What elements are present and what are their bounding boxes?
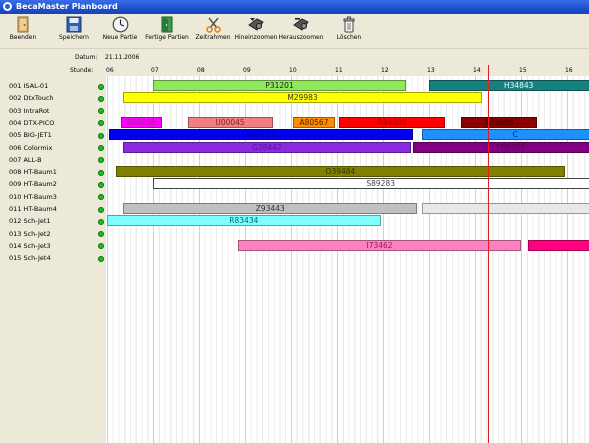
zeitrahmen-label: Zeitrahmen — [195, 34, 231, 41]
speichern-button[interactable]: Speichern — [56, 14, 92, 48]
job-p31201[interactable]: P31201 — [153, 80, 406, 91]
machine-label[interactable]: 010 HT-Baum3 — [9, 191, 57, 203]
window-titlebar: BecaMaster Planboard — [0, 0, 589, 14]
machine-label[interactable]: 004 DTX-PICO — [9, 117, 54, 129]
hour-label: 16 — [565, 67, 573, 74]
machine-label[interactable]: 013 Sch-Jet2 — [9, 228, 51, 240]
status-indicator-icon — [98, 181, 104, 188]
herauszoomen-button[interactable]: Herauszoomen — [278, 14, 324, 48]
neue-partie-label: Neue Partie — [102, 34, 138, 41]
status-indicator-icon — [98, 132, 104, 139]
job-f98403[interactable]: F98403 — [412, 141, 589, 153]
hour-label: 08 — [197, 67, 205, 74]
hour-label: 14 — [473, 67, 481, 74]
trash-icon — [343, 16, 355, 33]
job-a09089[interactable]: A09089 — [461, 116, 538, 128]
zoom-out-icon — [293, 18, 309, 31]
zoom-in-icon — [248, 18, 264, 31]
machine-label[interactable]: 002 DtxTouch — [9, 92, 54, 104]
job-u00045[interactable]: U00045 — [187, 116, 273, 128]
hour-label: 12 — [381, 67, 389, 74]
status-indicator-icon — [98, 255, 104, 262]
speichern-label: Speichern — [59, 34, 89, 41]
hour-label: 06 — [106, 67, 114, 74]
exit-icon — [17, 16, 29, 33]
job-m29983[interactable]: M29983 — [123, 92, 482, 104]
machine-label[interactable]: 015 Sch-Jet4 — [9, 252, 51, 264]
job-c00000[interactable]: C — [422, 129, 589, 141]
machine-label[interactable]: 005 BIG-JET1 — [9, 129, 52, 141]
hour-label: 13 — [427, 67, 435, 74]
hour-label: 07 — [151, 67, 159, 74]
clock-icon — [112, 16, 128, 33]
save-icon — [66, 16, 82, 33]
current-time-line — [487, 65, 489, 443]
planboard-grid[interactable]: P31201 H34843 M29983 R00005 U00045 A80567 R840… — [106, 76, 589, 443]
window-title: BecaMaster Planboard — [16, 2, 118, 11]
machine-label[interactable]: 009 HT-Baum2 — [9, 178, 57, 190]
status-indicator-icon — [98, 95, 104, 102]
door-icon — [161, 16, 173, 33]
machine-label[interactable]: 006 Colormix — [9, 142, 52, 154]
machine-label[interactable]: 007 ALL-B — [9, 154, 42, 166]
job-o39484[interactable]: O39484 — [116, 166, 565, 178]
hour-label: 15 — [519, 67, 527, 74]
job-r84008[interactable]: R84008 — [339, 116, 446, 128]
beenden-button[interactable]: Beenden — [6, 14, 40, 48]
job-a80567[interactable]: A80567 — [293, 116, 335, 128]
job-z93443[interactable]: Z93443 — [123, 203, 418, 214]
status-indicator-icon — [98, 218, 104, 225]
machine-label[interactable]: 008 HT-Baum1 — [9, 166, 57, 178]
datum-label: Datum: — [75, 54, 98, 61]
job-r00005[interactable]: R00005 — [120, 116, 163, 128]
job-i73462[interactable]: I73462 — [238, 239, 521, 251]
loeschen-button[interactable]: Löschen — [334, 14, 364, 48]
machine-label[interactable]: 003 IntraRot — [9, 105, 49, 117]
hour-label: 11 — [335, 67, 343, 74]
status-indicator-icon — [98, 83, 104, 90]
status-indicator-icon — [98, 169, 104, 176]
machine-label[interactable]: 012 Sch-Jet1 — [9, 215, 51, 227]
job-pink-cont[interactable] — [527, 239, 589, 251]
neue-partie-button[interactable]: Neue Partie — [101, 14, 139, 48]
zeitrahmen-button[interactable]: Zeitrahmen — [194, 14, 232, 48]
fertige-partien-button[interactable]: Fertige Partien — [143, 14, 191, 48]
job-g38442[interactable]: G38442 — [123, 141, 411, 153]
job-r83434[interactable]: R83434 — [107, 215, 381, 227]
machine-label[interactable]: 001 ISAL-01 — [9, 80, 48, 92]
status-indicator-icon — [98, 206, 104, 213]
job-z-cont[interactable] — [422, 203, 589, 214]
loeschen-label: Löschen — [336, 34, 362, 41]
scissors-icon — [205, 17, 221, 33]
hour-header: 06 07 08 09 10 11 12 13 14 15 16 — [106, 65, 589, 76]
job-s89283[interactable]: S89283 — [153, 178, 589, 190]
hineinzoomen-label: Hineinzoomen — [234, 34, 278, 41]
job-h34843[interactable]: H34843 — [429, 80, 589, 91]
job-v06213[interactable]: V06213 — [109, 129, 413, 141]
herauszoomen-label: Herauszoomen — [278, 34, 324, 41]
machine-label[interactable]: 011 HT-Baum4 — [9, 203, 57, 215]
beenden-label: Beenden — [9, 34, 37, 41]
app-icon — [3, 2, 12, 11]
hour-label: 09 — [243, 67, 251, 74]
fertige-partien-label: Fertige Partien — [145, 34, 189, 41]
hineinzoomen-button[interactable]: Hineinzoomen — [234, 14, 278, 48]
toolbar: Beenden Speichern Neue Partie Fertige Pa… — [0, 14, 589, 49]
status-indicator-icon — [98, 145, 104, 151]
stunde-label: Stunde: — [70, 67, 94, 74]
machine-label[interactable]: 014 Sch-Jet3 — [9, 240, 51, 252]
hour-label: 10 — [289, 67, 297, 74]
datum-value: 21.11.2006 — [105, 54, 140, 61]
